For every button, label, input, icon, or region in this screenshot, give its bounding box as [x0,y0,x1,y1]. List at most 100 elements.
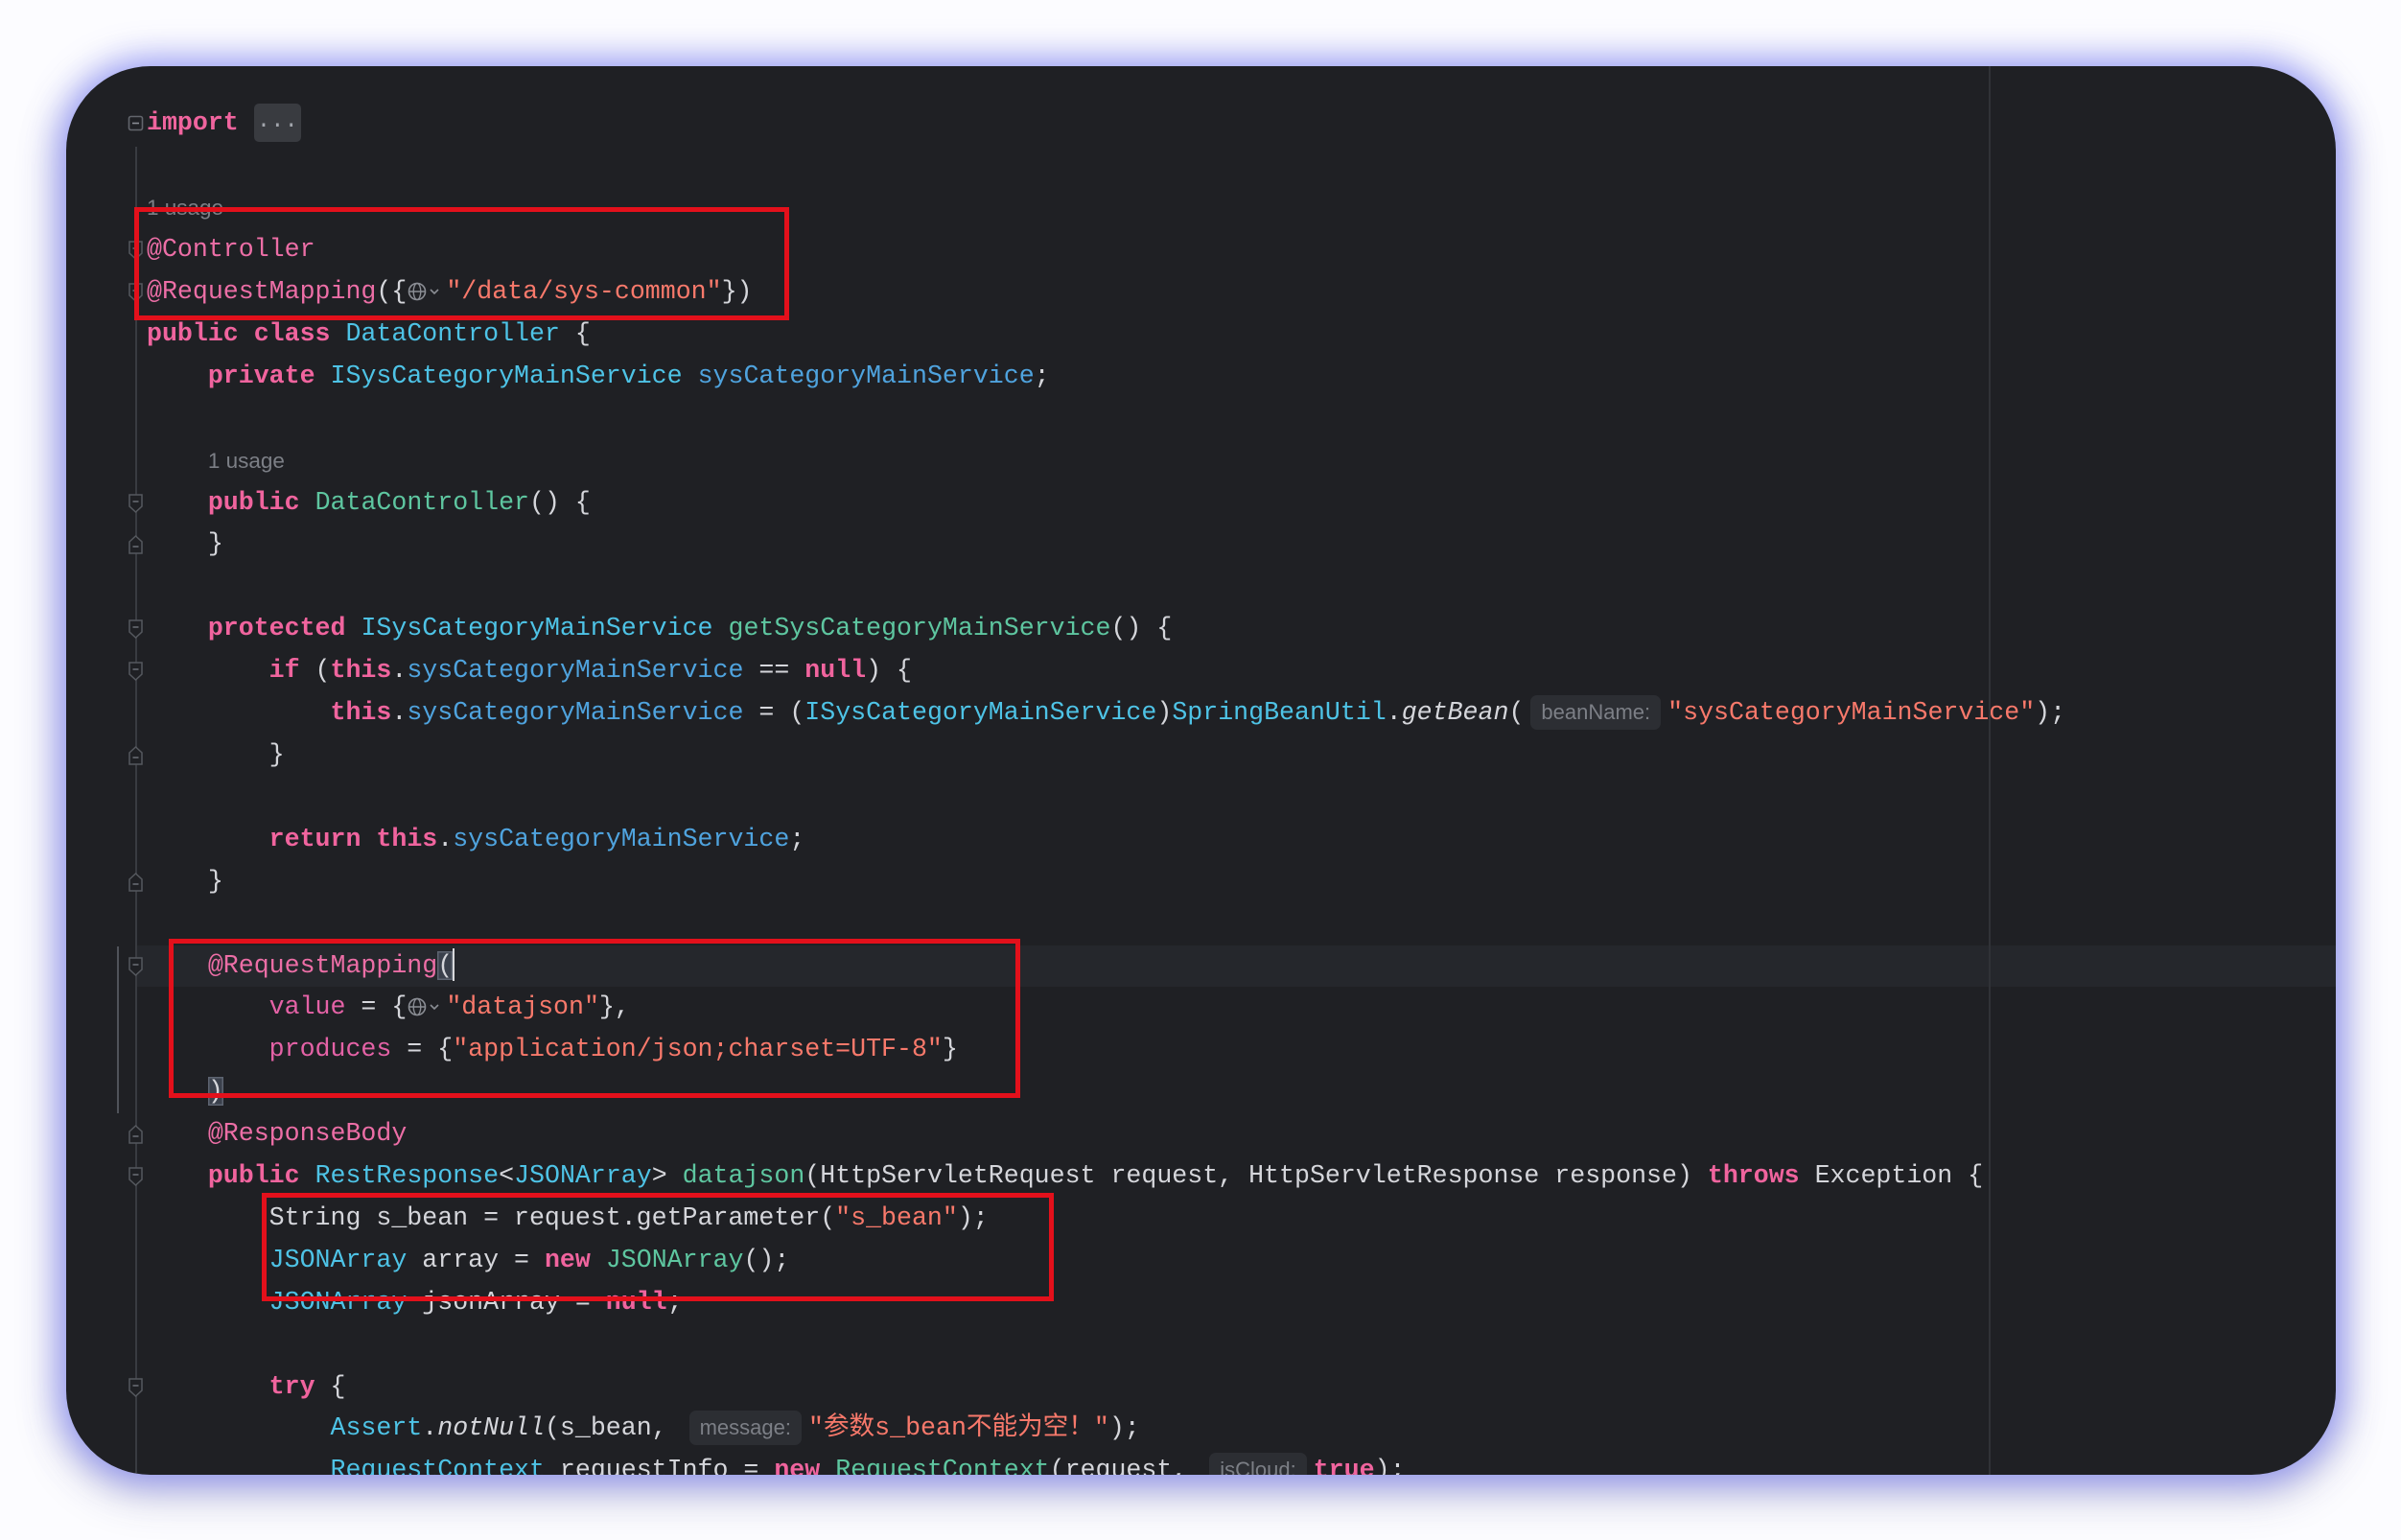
code-line[interactable]: public DataController() { [128,482,2065,525]
code-line[interactable]: @ResponseBody [128,1113,2065,1155]
code-type-name: SpringBeanUtil [1172,698,1387,728]
folded-imports-placeholder[interactable]: ... [253,104,301,143]
code-keyword: new [774,1456,821,1475]
code-line[interactable]: protected ISysCategoryMainService getSys… [128,608,2065,650]
code-line[interactable]: 1 usage [147,440,2065,482]
code-keyword: public [207,487,300,517]
fold-end-icon[interactable] [128,534,144,555]
code-keyword: public [207,1161,300,1191]
code-keyword: try [268,1371,315,1401]
code-keyword: public class [147,318,331,348]
fold-end-icon[interactable] [128,872,144,893]
fold-start-icon[interactable] [128,661,144,682]
code-line[interactable]: RequestContext requestInfo = new Request… [147,1450,2065,1475]
code-annotation: @ResponseBody [207,1119,408,1149]
code-line[interactable]: try { [128,1366,2065,1409]
code-line[interactable]: if (this.sysCategoryMainService == null)… [128,650,2065,692]
fold-start-icon[interactable] [128,1377,144,1398]
code-line[interactable]: this.sysCategoryMainService = (ISysCateg… [147,692,2065,735]
code-line[interactable] [147,1324,2065,1366]
code-string: "sysCategoryMainService" [1667,698,2036,728]
code-type-name: ISysCategoryMainService [804,698,1157,728]
highlight-box-class-annotations [134,207,789,320]
fold-end-icon[interactable] [128,745,144,766]
code-keyword: protected [207,614,346,643]
code-line[interactable]: return this.sysCategoryMainService; [147,819,2065,861]
code-line[interactable] [147,566,2065,608]
code-text: = ( [743,698,805,728]
code-text: (HttpServletRequest request, HttpServlet… [804,1161,1708,1191]
code-field: sysCategoryMainService [407,698,744,728]
code-vision-usages[interactable]: 1 usage [208,449,285,473]
code-method-name: getSysCategoryMainService [728,614,1111,643]
code-type-name: JSONArray [514,1161,652,1191]
code-text: } [147,739,285,769]
code-field: sysCategoryMainService [453,824,790,853]
code-line[interactable] [147,398,2065,440]
code-text: { [315,1371,346,1401]
code-type-name: RequestContext [330,1456,545,1475]
code-type-name: Assert [330,1413,423,1443]
fold-start-icon[interactable] [128,956,144,977]
code-line[interactable] [147,777,2065,819]
caret-scope-indicator [117,946,119,1113]
code-method-call: notNull [437,1413,545,1443]
fold-start-icon[interactable] [128,1166,144,1187]
fold-start-icon[interactable] [128,618,144,640]
fold-end-icon[interactable] [128,1124,144,1145]
code-keyword: return [268,824,361,853]
code-line[interactable] [147,145,2065,187]
code-text: { [559,318,591,348]
code-keyword: import [147,108,239,138]
code-type-name: ISysCategoryMainService [361,614,713,643]
code-line[interactable]: private ISysCategoryMainService sysCateg… [147,356,2065,398]
code-line[interactable]: Assert.notNull(s_bean, message: "参数s_bean… [147,1408,2065,1450]
parameter-hint: message: [688,1411,802,1446]
code-method-name: RequestContext [835,1456,1050,1475]
code-keyword: this [330,698,392,728]
code-line[interactable]: import ... [128,103,2065,145]
code-text: ) { [866,656,913,686]
code-text: } [147,866,223,896]
code-keyword: if [268,656,300,686]
fold-gutter-line [135,147,137,1475]
right-margin-guide [1989,66,1991,1475]
code-line[interactable]: } [128,524,2065,566]
highlight-box-method-mapping [169,939,1020,1098]
code-string: "参数s_bean不能为空！" [808,1413,1109,1443]
code-text: ) [1156,698,1173,728]
code-type-name: DataController [345,318,560,348]
code-text: ( [299,656,331,686]
code-text: } [147,529,223,559]
code-line[interactable]: public RestResponse<JSONArray> datajson(… [128,1155,2065,1198]
code-text: ); [1374,1456,1406,1475]
code-line[interactable]: } [128,735,2065,777]
fold-start-icon[interactable] [128,493,144,514]
code-text: (request, [1049,1456,1203,1475]
code-text: . [422,1413,438,1443]
code-keyword: this [376,824,438,853]
code-text: Exception { [1799,1161,1984,1191]
code-text: . [437,824,454,853]
fold-toggle-icon[interactable] [128,114,144,132]
code-text: requestInfo = [544,1456,775,1475]
code-line[interactable]: } [128,861,2065,903]
code-text: ; [1034,361,1050,390]
code-editor-window: import ... 1 usage @Controller @RequestMapp… [66,66,2336,1475]
code-keyword: throws [1707,1161,1800,1191]
highlight-box-parameter-code [262,1193,1054,1301]
